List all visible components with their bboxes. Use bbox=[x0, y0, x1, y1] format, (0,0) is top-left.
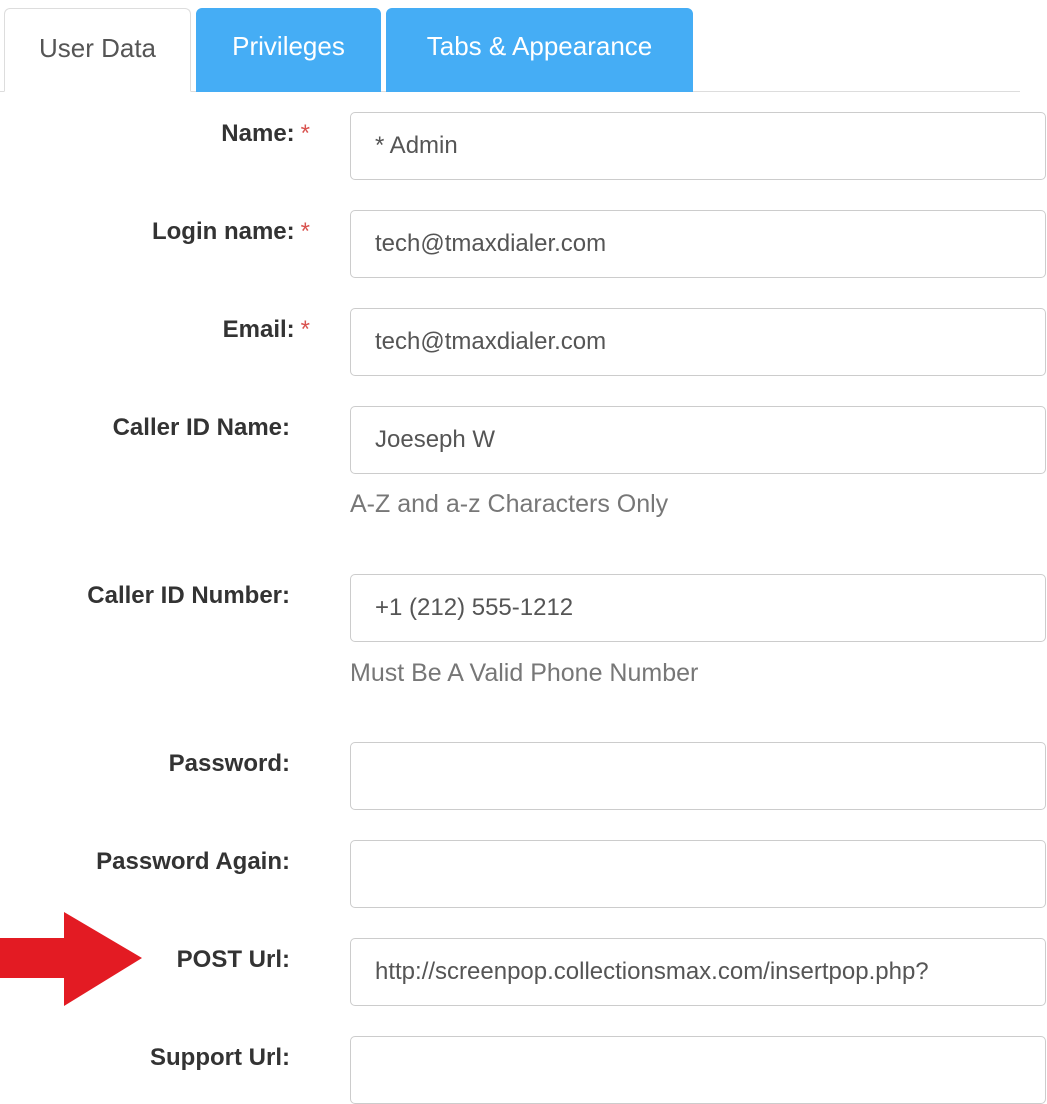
tab-privileges[interactable]: Privileges bbox=[196, 8, 381, 92]
support-url-label: Support Url: bbox=[150, 1044, 290, 1071]
caller-id-name-label: Caller ID Name: bbox=[112, 414, 290, 441]
email-input[interactable] bbox=[350, 308, 1046, 376]
password-again-label: Password Again: bbox=[96, 848, 290, 875]
name-input[interactable] bbox=[350, 112, 1046, 180]
post-url-input[interactable] bbox=[350, 938, 1046, 1006]
email-label-text: Email: bbox=[222, 316, 295, 343]
password-again-input[interactable] bbox=[350, 840, 1046, 908]
password-label: Password: bbox=[168, 750, 290, 777]
email-label: Email: * bbox=[223, 316, 310, 344]
name-label-text: Name: bbox=[221, 120, 295, 147]
caller-id-number-help: Must Be A Valid Phone Number bbox=[350, 659, 699, 687]
login-name-label: Login name: * bbox=[152, 218, 310, 246]
required-star: * bbox=[300, 316, 310, 343]
tab-bar: User Data Privileges Tabs & Appearance bbox=[0, 0, 1047, 92]
post-url-label: POST Url: bbox=[176, 946, 290, 973]
required-star: * bbox=[300, 218, 310, 245]
name-label: Name: * bbox=[221, 120, 310, 148]
caller-id-name-help: A-Z and a-z Characters Only bbox=[350, 490, 669, 518]
caller-id-number-input[interactable] bbox=[350, 574, 1046, 642]
required-star: * bbox=[300, 120, 310, 147]
caller-id-number-label: Caller ID Number: bbox=[87, 582, 290, 609]
login-name-label-text: Login name: bbox=[151, 218, 295, 245]
password-input[interactable] bbox=[350, 742, 1046, 810]
tab-user-data[interactable]: User Data bbox=[4, 8, 191, 92]
red-arrow-icon bbox=[0, 912, 142, 1006]
login-name-input[interactable] bbox=[350, 210, 1046, 278]
support-url-input[interactable] bbox=[350, 1036, 1046, 1104]
tab-tabs-appearance[interactable]: Tabs & Appearance bbox=[386, 8, 693, 92]
caller-id-name-input[interactable] bbox=[350, 406, 1046, 474]
